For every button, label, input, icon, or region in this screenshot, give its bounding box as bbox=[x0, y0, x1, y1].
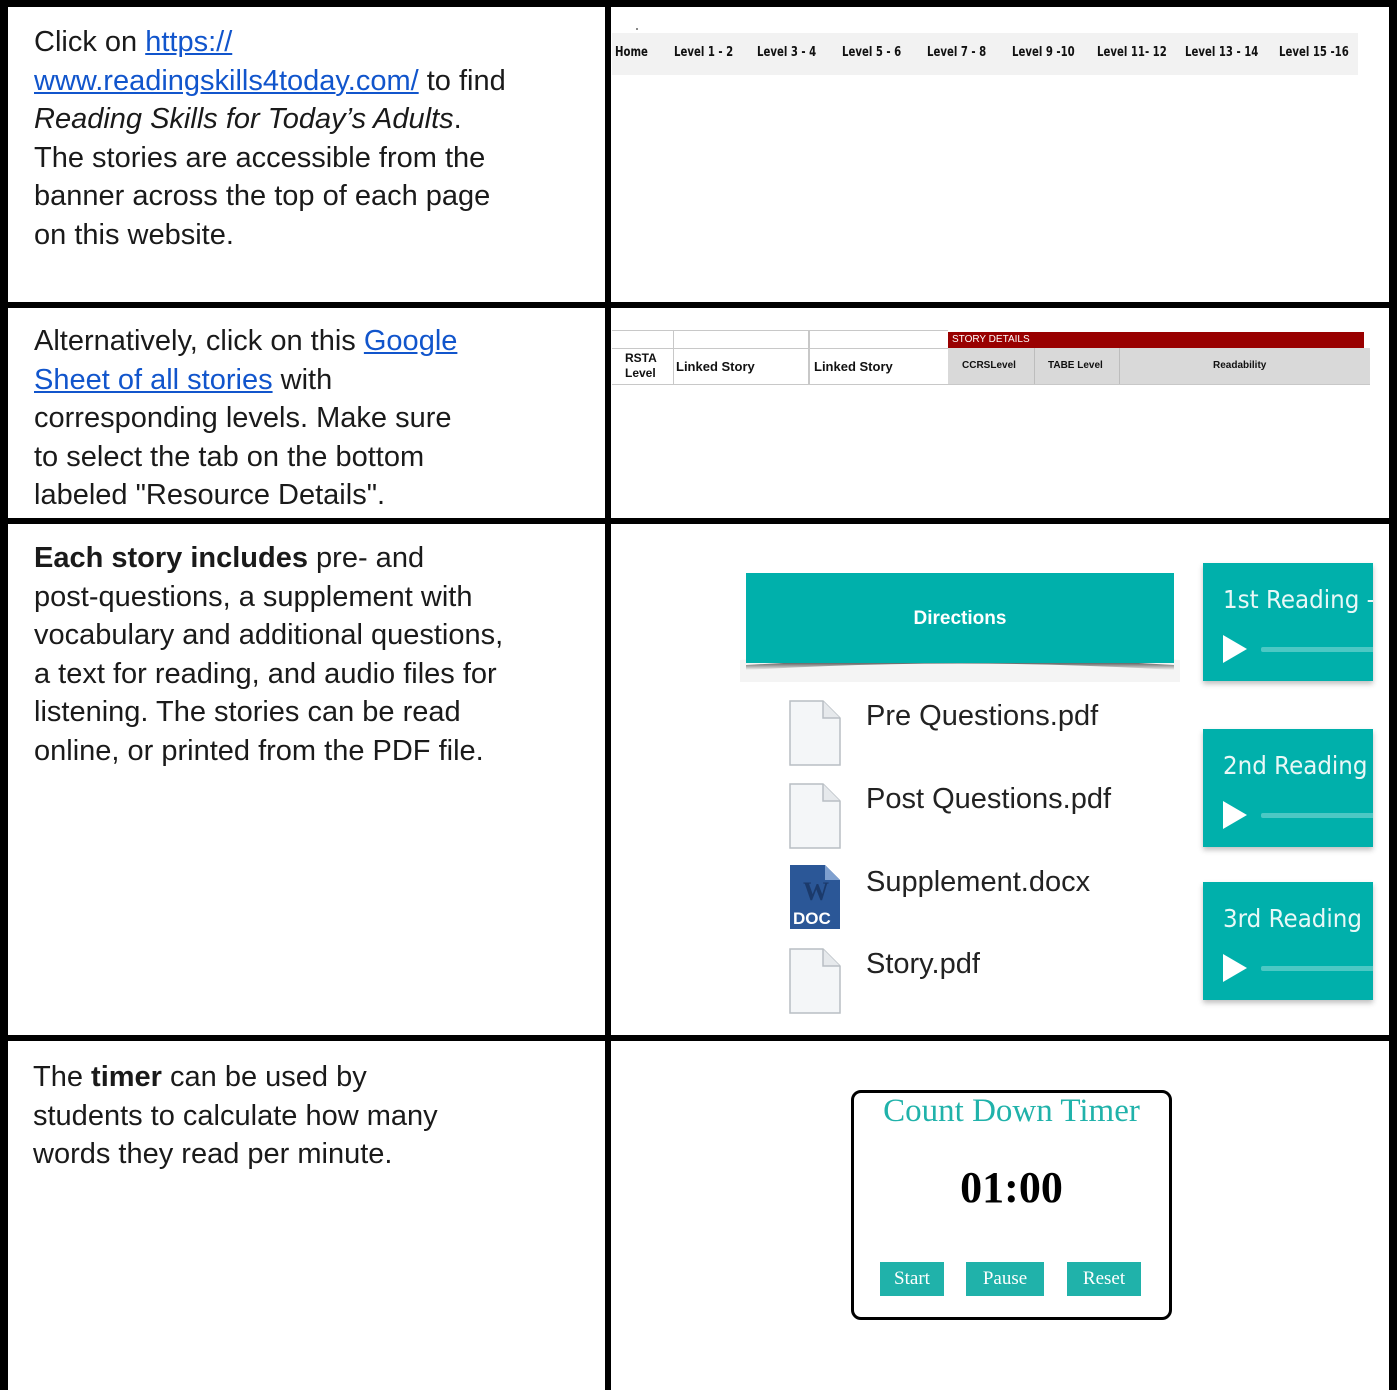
row3-line4: a text for reading, and audio files for bbox=[34, 657, 497, 690]
audio-progress-track[interactable] bbox=[1261, 966, 1373, 971]
nav-level-13-14[interactable]: Level 13 - 14 bbox=[1185, 45, 1258, 60]
pdf-file-icon[interactable] bbox=[789, 700, 841, 766]
timer-display: 01:00 bbox=[960, 1163, 1063, 1212]
row3-line2: post-questions, a supplement with bbox=[34, 580, 473, 613]
timer-pause-button[interactable]: Pause bbox=[966, 1262, 1044, 1296]
row2-line3: corresponding levels. Make sure bbox=[34, 402, 452, 434]
story-details-label: STORY DETAILS bbox=[952, 334, 1030, 345]
col-rsta-level-line1: RSTA bbox=[625, 351, 657, 365]
timer-reset-button[interactable]: Reset bbox=[1067, 1262, 1141, 1296]
nav-level-1-2[interactable]: Level 1 - 2 bbox=[674, 45, 733, 60]
row2-line4: to select the tab on the bottom bbox=[34, 440, 425, 473]
file-pre-questions[interactable]: Pre Questions.pdf bbox=[866, 700, 1098, 733]
nav-level-5-6[interactable]: Level 5 - 6 bbox=[842, 45, 901, 60]
file-story[interactable]: Story.pdf bbox=[866, 948, 980, 981]
file-post-questions[interactable]: Post Questions.pdf bbox=[866, 783, 1111, 816]
row1-line5: banner across the top of each page bbox=[34, 180, 491, 212]
col-rsta-level-line2: Level bbox=[625, 366, 656, 380]
nav-level-15-16[interactable]: Level 15 -16 bbox=[1279, 45, 1349, 60]
row1-text-prefix: Click on bbox=[34, 26, 146, 58]
doc-letter: W bbox=[803, 877, 829, 906]
row4-line2: students to calculate how many bbox=[33, 1099, 438, 1132]
row1-line6: on this website. bbox=[34, 218, 234, 251]
row1-description: Click on https:// www.readingskills4today… bbox=[34, 23, 574, 254]
table-divider-vertical bbox=[605, 0, 611, 1390]
doc-badge: DOC bbox=[793, 909, 831, 928]
row3-line6: online, or printed from the PDF file. bbox=[34, 734, 484, 767]
row4-line3: words they read per minute. bbox=[33, 1138, 393, 1170]
table-border-top bbox=[0, 0, 1397, 7]
row2-text-after-link: with bbox=[272, 363, 333, 396]
row2-line5: labeled "Resource Details". bbox=[34, 479, 386, 511]
row2-text-prefix: Alternatively, click on this bbox=[34, 325, 364, 357]
nav-level-3-4[interactable]: Level 3 - 4 bbox=[757, 45, 816, 60]
timer-start-button[interactable]: Start bbox=[880, 1262, 944, 1296]
row1-period: . bbox=[453, 103, 462, 135]
row1-line4: The stories are accessible from the bbox=[34, 141, 486, 174]
col-tabe-level: TABE Level bbox=[1048, 360, 1103, 371]
col-readability: Readability bbox=[1213, 360, 1267, 371]
row4-description: The timer can be used by students to cal… bbox=[33, 1058, 573, 1174]
row3-line1-rest: pre- and bbox=[308, 542, 425, 574]
play-icon[interactable] bbox=[1223, 954, 1247, 982]
timer-word: timer bbox=[91, 1061, 162, 1093]
audio-player-3rd-reading: 3rd Reading bbox=[1203, 882, 1373, 1000]
audio-progress-track[interactable] bbox=[1261, 647, 1373, 652]
sheet-gridline-col3 bbox=[1034, 348, 1035, 384]
each-story-includes: Each story includes bbox=[34, 542, 308, 574]
audio-title: 3rd Reading bbox=[1223, 904, 1362, 933]
table-divider-row1 bbox=[0, 302, 1397, 308]
word-doc-icon[interactable]: W DOC bbox=[789, 864, 841, 930]
audio-title: 2nd Reading bbox=[1223, 751, 1368, 780]
row4-text-prefix: The bbox=[33, 1061, 92, 1093]
audio-player-2nd-reading: 2nd Reading bbox=[1203, 729, 1373, 847]
row3-description: Each story includes pre- and post-questi… bbox=[34, 539, 574, 770]
nav-level-7-8[interactable]: Level 7 - 8 bbox=[927, 45, 986, 60]
sheet-gridline-mid bbox=[612, 348, 948, 349]
sheet-gridline-col4 bbox=[1119, 348, 1120, 384]
row4-line1-rest: can be used by bbox=[161, 1061, 367, 1093]
sheet-link-part2[interactable]: Sheet of all stories bbox=[34, 364, 273, 396]
sheet-link-part1[interactable]: Google bbox=[364, 325, 458, 357]
audio-player-1st-reading: 1st Reading - bbox=[1203, 563, 1373, 681]
nav-home[interactable]: Home bbox=[615, 45, 648, 60]
nav-level-9-10[interactable]: Level 9 -10 bbox=[1012, 45, 1075, 60]
pdf-file-icon[interactable] bbox=[789, 948, 841, 1014]
sheet-gridline-col2 bbox=[808, 330, 810, 384]
col-linked-story-2: Linked Story bbox=[814, 359, 893, 374]
directions-label[interactable]: Directions bbox=[746, 573, 1174, 665]
row2-description: Alternatively, click on this Google Sheet… bbox=[34, 322, 574, 515]
col-ccrs-level: CCRSLevel bbox=[962, 360, 1016, 371]
book-title: Reading Skills for Today’s Adults bbox=[34, 103, 454, 135]
pdf-file-icon[interactable] bbox=[789, 783, 841, 849]
play-icon[interactable] bbox=[1223, 801, 1247, 829]
audio-progress-track[interactable] bbox=[1261, 813, 1373, 818]
file-supplement[interactable]: Supplement.docx bbox=[866, 866, 1090, 899]
sheet-gridline-col1 bbox=[673, 330, 674, 384]
table-divider-row2 bbox=[0, 518, 1397, 524]
play-icon[interactable] bbox=[1223, 635, 1247, 663]
table-divider-row3 bbox=[0, 1035, 1397, 1041]
sheet-gridline-top bbox=[612, 330, 948, 331]
website-link-part1[interactable]: https:// bbox=[145, 26, 232, 58]
nav-level-11-12[interactable]: Level 11- 12 bbox=[1097, 45, 1167, 60]
table-border-left bbox=[0, 0, 8, 1390]
banner-dot bbox=[636, 28, 638, 30]
timer-title: Count Down Timer bbox=[883, 1093, 1140, 1129]
audio-title: 1st Reading - bbox=[1223, 585, 1373, 614]
website-link-part2[interactable]: www.readingskills4today.com/ bbox=[34, 65, 419, 97]
table-border-right bbox=[1389, 0, 1397, 1390]
row3-line5: listening. The stories can be read bbox=[34, 696, 461, 728]
row1-text-after-link: to find bbox=[418, 64, 506, 97]
row3-line3: vocabulary and additional questions, bbox=[34, 619, 504, 651]
sheet-gridline-bottom bbox=[612, 384, 1370, 385]
col-linked-story-1: Linked Story bbox=[676, 359, 755, 374]
